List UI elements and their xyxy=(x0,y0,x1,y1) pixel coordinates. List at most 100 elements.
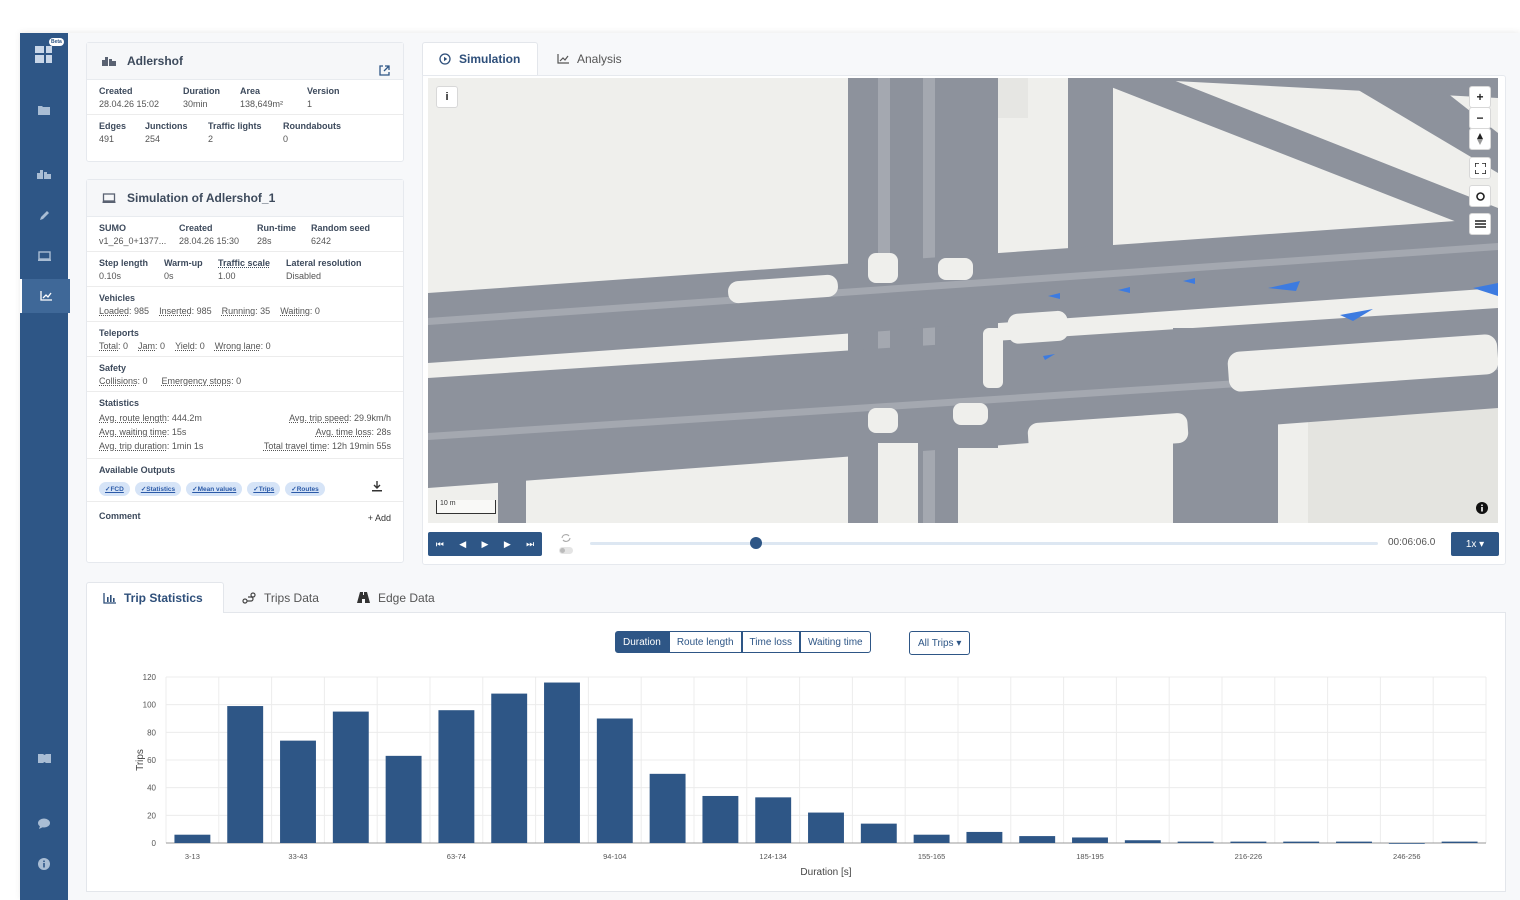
speed-dropdown[interactable]: 1x ▾ xyxy=(1451,532,1499,556)
timeline-knob[interactable] xyxy=(750,537,762,549)
loop-toggle[interactable] xyxy=(559,532,573,561)
meta-label: Duration xyxy=(183,86,220,96)
meta-label: Roundabouts xyxy=(283,121,341,131)
bar xyxy=(1124,840,1161,843)
bar xyxy=(491,693,528,843)
add-comment-button[interactable]: + Add xyxy=(368,513,391,523)
zoom-in-label: + xyxy=(1476,90,1484,104)
step-back-button[interactable]: ◀ xyxy=(459,539,466,550)
vehicles-section: Vehicles Loaded: 985 Inserted: 985 Running… xyxy=(87,287,403,322)
timeline-slider[interactable] xyxy=(590,537,1378,549)
tab-trip-statistics[interactable]: Trip Statistics xyxy=(86,582,224,613)
bar xyxy=(1336,841,1372,843)
stat-value: : 0 xyxy=(194,341,205,351)
x-tick-label: 94-104 xyxy=(603,852,626,861)
output-chip[interactable]: ✓Trips xyxy=(247,482,281,496)
tab-analysis[interactable]: Analysis xyxy=(557,42,622,75)
sidebar-item-networks[interactable] xyxy=(20,157,68,191)
meta-field: Traffic scale 1.00 xyxy=(218,258,286,281)
bar xyxy=(1230,841,1267,843)
meta-field: Traffic lights 2 xyxy=(208,121,283,144)
fullscreen-icon xyxy=(1474,162,1486,174)
stat-item: Avg. time loss: 28s xyxy=(264,425,391,439)
simulation-card-header: Simulation of Adlershof_1 xyxy=(87,180,403,217)
teleports-section: Teleports Total: 0 Jam: 0 Yield: 0 Wrong la… xyxy=(87,322,403,357)
sidebar-item-edit[interactable] xyxy=(20,198,68,232)
sidebar-item-analysis[interactable] xyxy=(20,279,70,313)
info-icon xyxy=(38,858,50,870)
city-icon xyxy=(37,170,51,179)
meta-value: 30min xyxy=(183,99,208,109)
output-chip[interactable]: ✓Statistics xyxy=(134,482,182,496)
teleports-label: Teleports xyxy=(99,328,139,338)
outputs-label: Available Outputs xyxy=(99,465,176,475)
stat-value: : 985 xyxy=(191,306,212,316)
sidebar-item-simulation[interactable] xyxy=(20,239,68,273)
bar xyxy=(649,773,686,843)
meta-label: SUMO xyxy=(99,223,126,233)
compass-icon xyxy=(1477,133,1483,145)
simulation-map[interactable]: i + − 10 m xyxy=(428,78,1498,523)
stat-key: Emergency stops xyxy=(161,376,232,386)
output-chip[interactable]: ✓Routes xyxy=(285,482,325,496)
simulation-title: Simulation of Adlershof_1 xyxy=(127,191,276,205)
comment-section: Comment + Add xyxy=(87,502,403,529)
tab-trips-data[interactable]: Trips Data xyxy=(242,582,319,613)
stat-item: Avg. route length: 444.2m xyxy=(99,411,203,425)
metric-option[interactable]: Duration xyxy=(615,631,669,653)
bar xyxy=(227,706,264,843)
meta-field: Lateral resolution Disabled xyxy=(286,258,386,281)
stat-value: : 0 xyxy=(309,306,320,316)
zoom-out-button[interactable]: − xyxy=(1469,107,1491,129)
locate-button[interactable] xyxy=(1469,185,1491,207)
sidebar-item-info[interactable] xyxy=(20,847,68,881)
fullscreen-button[interactable] xyxy=(1469,157,1491,179)
stat-key: Wrong lane xyxy=(214,341,261,351)
compass-button[interactable] xyxy=(1469,128,1491,150)
meta-field: Roundabouts 0 xyxy=(283,121,353,144)
trip-filter-dropdown[interactable]: All Trips ▾ xyxy=(909,631,971,655)
app-window: Beta Adlershof Created 28.04.26 15:02 Du… xyxy=(20,33,1520,900)
meta-field: Random seed 6242 xyxy=(311,223,391,246)
bar xyxy=(702,795,739,843)
play-circle-icon xyxy=(439,53,451,65)
zoom-in-button[interactable]: + xyxy=(1469,86,1491,108)
meta-value: 254 xyxy=(145,134,161,144)
meta-field: Edges 491 xyxy=(99,121,145,144)
statistics-label: Statistics xyxy=(99,398,140,408)
play-button[interactable]: ▶ xyxy=(482,539,489,550)
attribution-info-icon[interactable] xyxy=(1476,502,1488,514)
skip-end-button[interactable]: ⏭ xyxy=(526,539,534,550)
vehicles-label: Vehicles xyxy=(99,293,136,303)
sidebar-item-feedback[interactable] xyxy=(20,806,68,840)
metric-selector: Duration Route length Time loss Waiting tim… xyxy=(615,631,871,653)
bar xyxy=(596,718,633,843)
layers-button[interactable] xyxy=(1469,213,1491,235)
comment-label: Comment xyxy=(99,511,141,521)
outputs-section: Available Outputs ✓FCD ✓Statistics ✓Mean v… xyxy=(87,459,403,502)
skip-start-button[interactable]: ⏮ xyxy=(436,539,444,550)
map-info-button[interactable]: i xyxy=(436,86,458,108)
meta-label: Lateral resolution xyxy=(286,258,362,268)
tab-simulation[interactable]: Simulation xyxy=(422,42,538,75)
stat-key: Running xyxy=(221,306,256,316)
output-chip[interactable]: ✓Mean values xyxy=(186,482,243,496)
external-link-icon[interactable] xyxy=(379,65,390,76)
line-chart-icon xyxy=(557,53,569,64)
tab-edge-data-label: Edge Data xyxy=(378,590,435,605)
download-icon[interactable] xyxy=(372,481,382,492)
line-chart-icon xyxy=(40,291,52,301)
x-tick-label: 3-13 xyxy=(185,852,200,861)
sidebar-item-projects[interactable] xyxy=(20,93,68,127)
metric-option[interactable]: Waiting time xyxy=(799,631,871,653)
sidebar-item-docs[interactable] xyxy=(20,741,68,775)
meta-label: Random seed xyxy=(311,223,371,233)
tab-edge-data[interactable]: Edge Data xyxy=(357,582,435,613)
step-forward-button[interactable]: ▶ xyxy=(504,539,511,550)
stat-item: Loaded: 985 xyxy=(99,306,149,316)
metric-option[interactable]: Time loss xyxy=(741,631,800,653)
statistics-section: Statistics Avg. route length: 444.2m Avg.… xyxy=(87,392,403,459)
output-chip[interactable]: ✓FCD xyxy=(99,482,130,496)
metric-option[interactable]: Route length xyxy=(668,631,742,653)
meta-value: 0 xyxy=(283,134,289,144)
